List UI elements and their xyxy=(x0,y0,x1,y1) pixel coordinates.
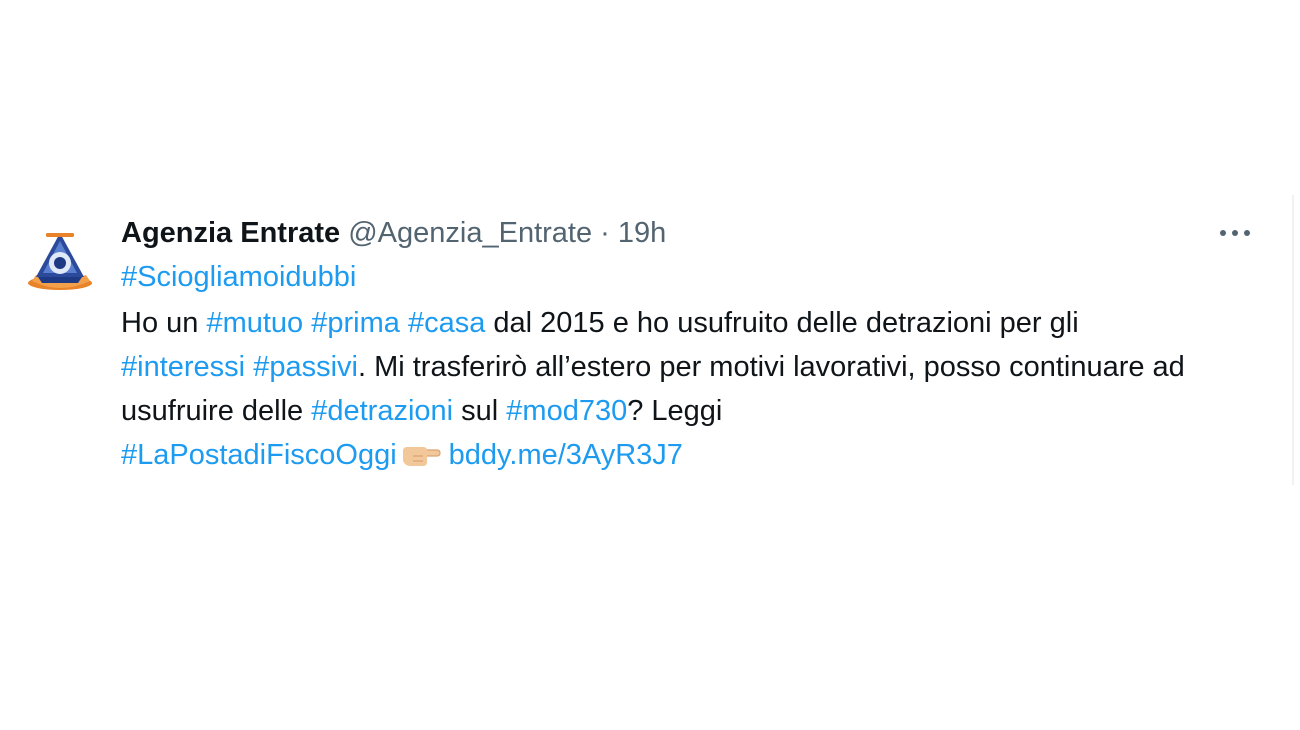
hashtag-mod730[interactable]: #mod730 xyxy=(506,395,627,427)
hashtag-mutuo[interactable]: #mutuo xyxy=(206,307,303,339)
text-segment: dal 2015 e ho usufruito delle detrazioni… xyxy=(485,307,1079,339)
timeline-border xyxy=(1292,195,1294,485)
tweet-first-hashtag-line: #Sciogliamoidubbi xyxy=(121,253,1261,301)
hashtag-sciogliamoidubbi[interactable]: #Sciogliamoidubbi xyxy=(121,261,356,293)
hashtag-prima[interactable]: #prima xyxy=(311,307,400,339)
pointing-right-hand-icon xyxy=(401,438,441,482)
tweet[interactable]: Agenzia Entrate @Agenzia_Entrate · 19h #… xyxy=(0,205,1300,485)
hashtag-detrazioni[interactable]: #detrazioni xyxy=(311,395,453,427)
avatar[interactable] xyxy=(24,225,96,297)
text-segment: Ho un xyxy=(121,307,207,339)
tweet-link[interactable]: bddy.me/3AyR3J7 xyxy=(449,439,683,471)
more-options-button[interactable] xyxy=(1213,221,1257,245)
hashtag-lapostadifiscooggi[interactable]: #LaPostadiFiscoOggi xyxy=(121,439,397,471)
tweet-content: Agenzia Entrate @Agenzia_Entrate · 19h #… xyxy=(121,213,1261,482)
tweet-time[interactable]: 19h xyxy=(618,217,666,249)
text-segment: sul xyxy=(453,395,507,427)
tweet-text: Ho un #mutuo #prima #casa dal 2015 e ho … xyxy=(121,301,1261,482)
author-name[interactable]: Agenzia Entrate xyxy=(121,217,340,249)
hashtag-interessi[interactable]: #interessi xyxy=(121,351,245,383)
meta-separator: · xyxy=(592,217,618,249)
author-handle[interactable]: @Agenzia_Entrate xyxy=(348,217,592,249)
agenzia-entrate-logo-icon xyxy=(28,233,92,290)
hashtag-passivi[interactable]: #passivi xyxy=(253,351,358,383)
more-dots-icon xyxy=(1220,230,1250,236)
hashtag-casa[interactable]: #casa xyxy=(408,307,485,339)
text-segment: ? Leggi xyxy=(627,395,723,427)
tweet-header: Agenzia Entrate @Agenzia_Entrate · 19h xyxy=(121,213,1261,253)
